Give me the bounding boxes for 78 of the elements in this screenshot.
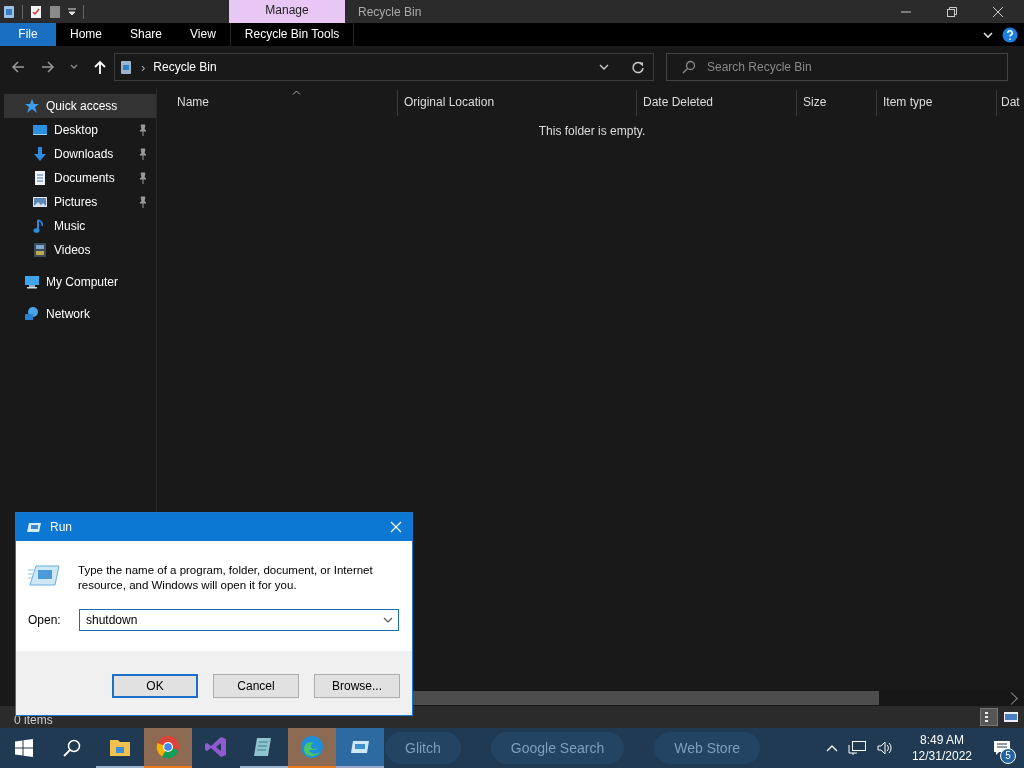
close-icon[interactable] <box>992 5 1004 18</box>
star-icon <box>24 98 40 114</box>
background-shortcut-label: Web Store <box>654 732 761 764</box>
notification-count-badge: 5 <box>1000 748 1016 764</box>
breadcrumb-separator: › <box>141 59 146 75</box>
sidebar-item[interactable]: Network <box>0 302 156 326</box>
column-header[interactable]: Name <box>171 90 398 116</box>
search-icon <box>682 60 696 74</box>
background-shortcut-label: Google Search <box>490 732 625 764</box>
recent-dropdown-icon[interactable] <box>70 63 78 71</box>
sidebar-item[interactable]: Music <box>0 214 156 238</box>
recycle-bin-icon <box>119 59 133 75</box>
refresh-icon[interactable] <box>631 60 645 74</box>
ribbon-tab[interactable]: Home <box>56 23 116 46</box>
pictures-icon <box>32 194 48 210</box>
search-field[interactable]: Search Recycle Bin <box>666 53 1008 81</box>
up-icon[interactable] <box>92 59 108 75</box>
show-hidden-icons-icon[interactable] <box>825 744 838 752</box>
address-bar[interactable]: › Recycle Bin <box>114 53 654 81</box>
forward-icon[interactable] <box>40 59 56 75</box>
document-icon <box>32 170 48 186</box>
pin-icon <box>138 196 148 208</box>
ribbon-tab[interactable]: View <box>176 23 230 46</box>
pin-icon <box>138 172 148 184</box>
chrome-app-icon <box>156 735 180 759</box>
background-shortcut-label: Glitch <box>385 732 461 764</box>
recycle-bin-icon[interactable] <box>2 4 16 19</box>
open-combobox[interactable]: shutdown <box>79 609 399 631</box>
studio-app-icon <box>204 735 228 759</box>
volume-icon[interactable] <box>875 740 894 756</box>
dialog-button[interactable]: Cancel <box>213 674 299 698</box>
checklist-icon[interactable] <box>29 4 43 19</box>
network-icon[interactable] <box>847 740 866 756</box>
dropdown-icon[interactable] <box>599 62 609 72</box>
details-view-icon[interactable] <box>980 708 998 726</box>
ribbon-tab[interactable]: Share <box>116 23 177 46</box>
sidebar-item[interactable]: Pictures <box>0 190 156 214</box>
restore-icon[interactable] <box>946 5 958 18</box>
window-title: Recycle Bin <box>357 4 423 19</box>
sidebar-item[interactable]: Downloads <box>0 142 156 166</box>
dialog-description: Type the name of a program, folder, document, or Internet resource, and Windows will open it for you. <box>78 563 374 593</box>
sidebar-item[interactable]: Quick access <box>4 94 156 118</box>
back-icon[interactable] <box>10 59 26 75</box>
windows-start-icon[interactable] <box>15 739 33 757</box>
column-header[interactable]: Size <box>797 90 877 116</box>
help-icon[interactable] <box>1002 26 1018 43</box>
sidebar-item[interactable]: My Computer <box>0 270 156 294</box>
pin-icon <box>138 148 148 160</box>
column-header[interactable]: Date Deleted <box>637 90 797 116</box>
dropdown-icon[interactable] <box>383 616 393 624</box>
column-header[interactable]: Original Location <box>398 90 637 116</box>
taskbar-app-button[interactable] <box>336 728 384 768</box>
dialog-title: Run <box>50 520 72 534</box>
network-icon <box>24 306 40 322</box>
search-icon[interactable] <box>63 739 81 757</box>
breadcrumb[interactable]: Recycle Bin <box>153 60 217 74</box>
sidebar-item[interactable]: Videos <box>0 238 156 262</box>
computer-icon <box>24 274 40 290</box>
clock-date[interactable]: 12/31/2022 <box>911 748 972 764</box>
column-header[interactable]: Dat <box>997 90 1024 116</box>
sidebar-item[interactable]: Documents <box>0 166 156 190</box>
empty-folder-message: This folder is empty. <box>537 124 647 138</box>
column-header[interactable]: Item type <box>877 90 997 116</box>
run-icon <box>26 521 42 533</box>
sort-ascending-icon <box>292 90 301 95</box>
file-menu-button[interactable]: File <box>0 23 56 46</box>
dropdown-icon[interactable] <box>67 6 77 17</box>
contextual-tab-header: Manage <box>229 0 345 23</box>
open-label: Open: <box>28 613 62 627</box>
desktop-icon <box>32 122 48 138</box>
pin-icon <box>138 124 148 136</box>
clock-time[interactable]: 8:49 AM <box>919 732 964 748</box>
sidebar-item[interactable]: Desktop <box>0 118 156 142</box>
edge-app-icon <box>300 735 324 759</box>
videos-icon <box>32 242 48 258</box>
dialog-button[interactable]: OK <box>112 674 198 698</box>
dialog-button[interactable]: Browse... <box>314 674 400 698</box>
download-icon <box>32 146 48 162</box>
